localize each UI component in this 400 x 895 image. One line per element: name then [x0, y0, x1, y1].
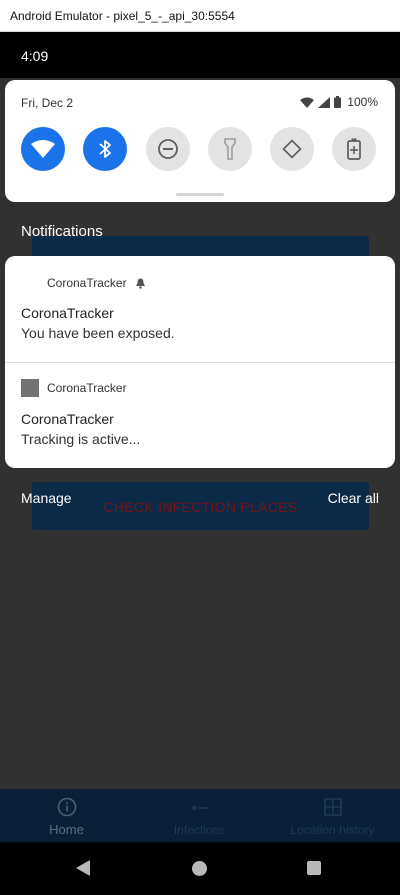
- battery-saver-icon: [347, 138, 361, 160]
- nav-home: Home: [0, 789, 133, 842]
- app-icon: [21, 379, 39, 397]
- auto-rotate-icon: [282, 139, 302, 159]
- notification-body: You have been exposed.: [21, 325, 175, 341]
- nav-infections: Infections: [133, 789, 266, 842]
- do-not-disturb-tile[interactable]: [146, 127, 190, 171]
- notification-app-row: CoronaTracker: [21, 274, 146, 292]
- notifications-header: Notifications: [21, 223, 103, 240]
- home-icon[interactable]: [192, 861, 207, 876]
- check-infection-places-label: CHECK INFECTION PLACES: [103, 499, 298, 515]
- cell-signal-icon: [318, 96, 331, 108]
- notification-title: CoronaTracker: [21, 411, 114, 427]
- status-icons: 100%: [300, 95, 378, 109]
- system-navigation-bar: [0, 842, 400, 895]
- nav-infections-label: Infections: [173, 823, 226, 837]
- flashlight-icon: [224, 138, 236, 160]
- dots-icon: [191, 805, 208, 811]
- bluetooth-icon: [99, 140, 111, 158]
- app-bottom-nav: Home Infections Location history: [0, 789, 400, 842]
- device-screen: CHECK INFECTION PLACES Home Infections L…: [0, 32, 400, 895]
- notification-title: CoronaTracker: [21, 305, 114, 321]
- emulator-titlebar: Android Emulator - pixel_5_-_api_30:5554: [0, 0, 400, 32]
- date-label: Fri, Dec 2: [21, 96, 74, 110]
- nav-location-history: Location history: [266, 789, 399, 842]
- nav-location-history-label: Location history: [290, 823, 375, 837]
- wifi-tile[interactable]: [21, 127, 65, 171]
- manage-button[interactable]: Manage: [21, 490, 72, 506]
- notification-app-row: CoronaTracker: [21, 379, 127, 397]
- flashlight-tile[interactable]: [208, 127, 252, 171]
- notification-body: Tracking is active...: [21, 431, 141, 447]
- recents-icon[interactable]: [307, 861, 321, 875]
- notification-exposed[interactable]: CoronaTracker CoronaTracker You have bee…: [5, 256, 395, 362]
- bluetooth-tile[interactable]: [83, 127, 127, 171]
- notification-app-name: CoronaTracker: [47, 381, 127, 395]
- battery-percent: 100%: [347, 95, 378, 109]
- window-title: Android Emulator - pixel_5_-_api_30:5554: [10, 9, 235, 23]
- map-icon: [323, 798, 342, 816]
- notification-tracking[interactable]: CoronaTracker CoronaTracker Tracking is …: [5, 363, 395, 468]
- alert-bell-icon: [135, 278, 145, 289]
- notification-app-name: CoronaTracker: [47, 276, 127, 290]
- battery-icon: [334, 96, 342, 108]
- wifi-signal-icon: [300, 97, 315, 108]
- wifi-icon: [31, 140, 55, 158]
- expand-handle[interactable]: [176, 193, 224, 196]
- back-icon[interactable]: [76, 860, 90, 876]
- app-icon: [21, 274, 39, 292]
- do-not-disturb-icon: [158, 139, 178, 159]
- clock: 4:09: [21, 48, 49, 64]
- auto-rotate-tile[interactable]: [270, 127, 314, 171]
- battery-saver-tile[interactable]: [332, 127, 376, 171]
- clear-all-button[interactable]: Clear all: [328, 490, 379, 506]
- info-icon: [57, 797, 76, 817]
- nav-home-label: Home: [49, 822, 84, 837]
- quick-settings-panel: Fri, Dec 2 100%: [5, 80, 395, 202]
- notification-card: CoronaTracker CoronaTracker You have bee…: [5, 256, 395, 468]
- check-infection-places-button: CHECK INFECTION PLACES: [32, 482, 369, 530]
- status-bar: 4:09: [0, 32, 400, 78]
